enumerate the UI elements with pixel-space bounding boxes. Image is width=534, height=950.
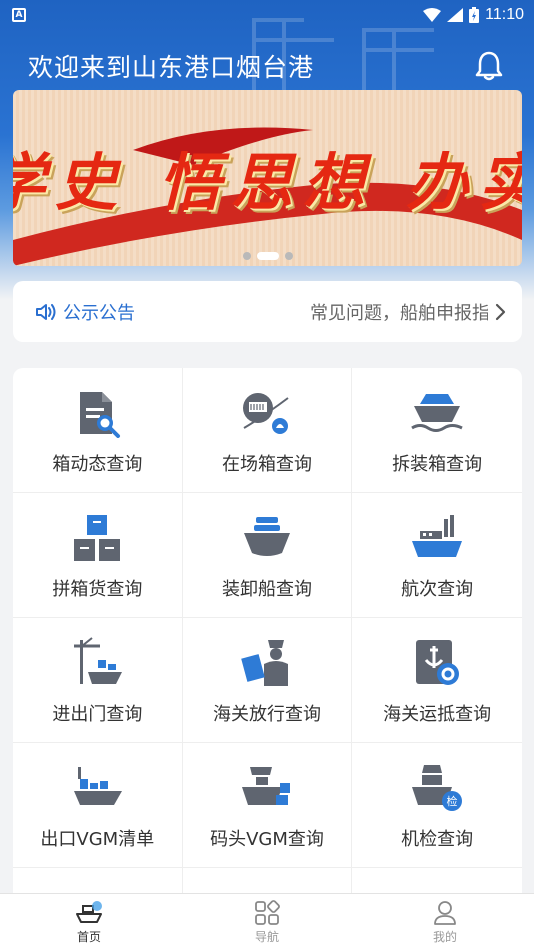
menu-label: 装卸船查询 <box>221 579 312 600</box>
bottom-tab-bar: 首页 导航 我的 <box>0 893 534 950</box>
menu-label: 航次查询 <box>401 579 474 600</box>
menu-item-terminal-vgm[interactable]: 码头VGM查询 <box>182 743 353 868</box>
menu-item-yard-container[interactable]: 在场箱查询 <box>182 368 353 493</box>
menu-label: 机检查询 <box>401 829 474 850</box>
yard-container-icon <box>240 386 294 440</box>
page-title: 欢迎来到山东港口烟台港 <box>28 53 315 82</box>
menu-label: 拼箱货查询 <box>52 579 143 600</box>
tab-label: 导航 <box>254 929 279 944</box>
menu-label: 海关运抵查询 <box>383 704 492 725</box>
menu-label: 箱动态查询 <box>52 454 143 475</box>
tab-home[interactable]: 首页 <box>0 894 178 950</box>
bell-icon <box>475 51 503 81</box>
pager-dot[interactable] <box>242 252 251 260</box>
menu-item-gate[interactable]: 进出门查询 <box>13 618 183 743</box>
container-status-search-icon <box>70 386 124 440</box>
notification-button[interactable] <box>472 49 506 83</box>
wifi-icon <box>423 8 442 22</box>
pager-dot-active[interactable] <box>256 252 279 260</box>
status-bar: A 11:10 <box>0 0 534 30</box>
inspection-badge: 检 <box>447 794 458 808</box>
menu-label: 拆装箱查询 <box>392 454 483 475</box>
menu-item-lcl[interactable]: 拼箱货查询 <box>13 493 183 618</box>
promo-banner[interactable]: 学史 悟思想 办实事 <box>13 90 522 266</box>
notice-label: 公示公告 <box>63 302 135 324</box>
home-ship-icon <box>76 900 102 923</box>
function-grid: 箱动态查询 在场箱查询 拆装箱查询 拼箱货查询 装卸船查询 航次查询 进出门查询… <box>13 368 522 908</box>
banner-pager <box>13 252 522 260</box>
notice-ticker[interactable]: 常见问题，船舶申报指南 <box>310 299 488 325</box>
loading-ship-icon <box>240 511 294 565</box>
lcl-boxes-icon <box>70 511 124 565</box>
pager-dot[interactable] <box>284 252 293 260</box>
menu-item-stuffing[interactable]: 拆装箱查询 <box>352 368 522 493</box>
menu-item-customs-release[interactable]: 海关放行查询 <box>182 618 353 743</box>
speaker-icon <box>36 303 56 320</box>
menu-item-loading-ship[interactable]: 装卸船查询 <box>182 493 353 618</box>
menu-label: 海关放行查询 <box>212 704 321 725</box>
terminal-vgm-icon <box>240 761 294 815</box>
machine-inspection-icon: 检 <box>410 761 464 815</box>
stuffing-ship-icon <box>410 386 464 440</box>
tab-profile[interactable]: 我的 <box>356 894 534 950</box>
tab-label: 我的 <box>432 929 457 944</box>
notice-bar[interactable]: 公示公告 常见问题，船舶申报指南 <box>13 281 522 342</box>
menu-item-export-vgm[interactable]: 出口VGM清单 <box>13 743 183 868</box>
menu-label: 码头VGM查询 <box>210 829 324 850</box>
chevron-right-icon <box>495 303 506 320</box>
app-notification-icon: A <box>12 8 26 22</box>
user-icon <box>434 900 456 925</box>
menu-item-container-status[interactable]: 箱动态查询 <box>13 368 183 493</box>
tab-navigation[interactable]: 导航 <box>178 894 356 950</box>
battery-icon <box>469 7 480 23</box>
grid-icon <box>255 899 280 925</box>
gate-crane-icon <box>70 636 124 690</box>
voyage-ship-icon <box>410 511 464 565</box>
menu-label: 进出门查询 <box>52 704 143 725</box>
clock: 11:10 <box>485 6 524 23</box>
signal-icon <box>447 8 464 22</box>
menu-label: 在场箱查询 <box>221 454 312 475</box>
menu-item-voyage[interactable]: 航次查询 <box>352 493 522 618</box>
banner-slogan: 学史 悟思想 办实事 <box>13 146 522 219</box>
customs-arrival-icon <box>410 636 464 690</box>
tab-label: 首页 <box>76 929 101 944</box>
menu-item-machine-inspection[interactable]: 检 机检查询 <box>352 743 522 868</box>
menu-item-customs-arrival[interactable]: 海关运抵查询 <box>352 618 522 743</box>
export-vgm-icon <box>70 761 124 815</box>
customs-release-icon <box>240 636 294 690</box>
menu-label: 出口VGM清单 <box>40 829 155 850</box>
